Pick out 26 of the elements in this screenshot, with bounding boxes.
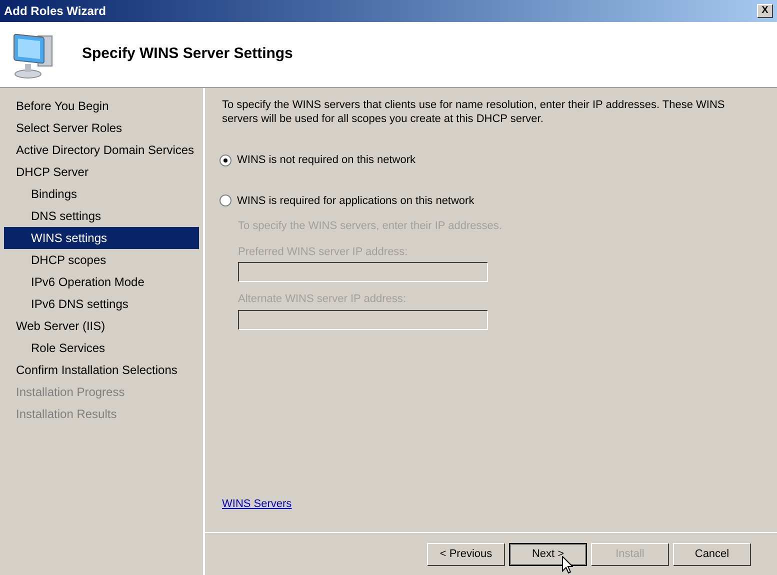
wins-servers-link[interactable]: WINS Servers: [222, 496, 292, 512]
sidebar-item[interactable]: DNS settings: [4, 205, 199, 227]
page-title: Specify WINS Server Settings: [82, 44, 293, 64]
radio-button[interactable]: [219, 154, 232, 167]
sidebar-item[interactable]: Bindings: [4, 183, 199, 205]
sidebar-item[interactable]: IPv6 Operation Mode: [4, 271, 199, 293]
wizard-button[interactable]: Next >: [509, 543, 587, 566]
wizard-button[interactable]: Cancel: [673, 543, 751, 566]
intro-text: To specify the WINS servers that clients use for name resolution, enter their IP addresses. These WINS servers will be used for all scopes you create at this DHCP server.: [222, 98, 726, 126]
sidebar-item[interactable]: Active Directory Domain Services: [4, 139, 199, 161]
sidebar-item[interactable]: Role Services: [4, 337, 199, 359]
window-title: Add Roles Wizard: [4, 3, 106, 20]
radio-button[interactable]: [219, 194, 232, 208]
radio-label: WINS is not required on this network: [237, 153, 416, 168]
sidebar-item[interactable]: Confirm Installation Selections: [4, 359, 199, 381]
sidebar-item[interactable]: WINS settings: [4, 227, 199, 249]
radio-label: WINS is required for applications on this network: [237, 194, 474, 208]
sidebar-item[interactable]: Before You Begin: [4, 95, 199, 117]
cursor-icon: [562, 556, 573, 574]
sidebar-item[interactable]: Select Server Roles: [4, 117, 199, 139]
sidebar-item[interactable]: DHCP Server: [4, 161, 199, 183]
sidebar-item[interactable]: DHCP scopes: [4, 249, 199, 271]
wizard-button[interactable]: < Previous: [427, 543, 505, 566]
close-button[interactable]: X: [757, 4, 773, 18]
sidebar-item[interactable]: IPv6 DNS settings: [4, 293, 199, 315]
sidebar-item[interactable]: Web Server (IIS): [4, 315, 199, 337]
